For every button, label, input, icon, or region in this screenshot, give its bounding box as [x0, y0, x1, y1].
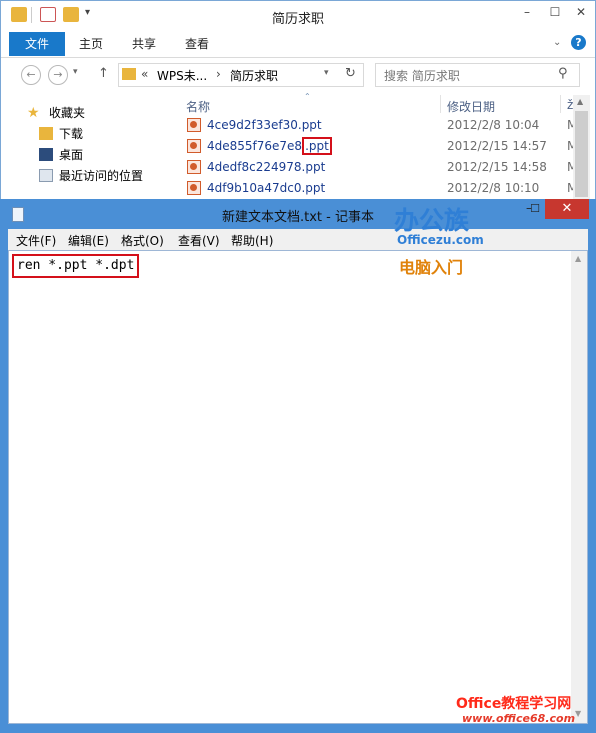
nav-item-desktop[interactable]: 桌面	[39, 145, 181, 165]
file-date: 2012/2/15 14:58	[447, 160, 547, 174]
tab-file[interactable]: 文件	[9, 32, 65, 56]
maximize-icon[interactable]: ☐	[526, 199, 544, 219]
tab-share[interactable]: 共享	[132, 35, 156, 52]
menu-format[interactable]: 格式(O)	[121, 232, 164, 249]
file-name-base: 4de855f76e7e8	[207, 139, 303, 153]
address-bar[interactable]: « WPS未... › 简历求职 ▾ ↻	[118, 63, 364, 87]
tab-view[interactable]: 查看	[185, 35, 209, 52]
nav-item-favorites[interactable]: ★ 收藏夹	[21, 103, 181, 123]
nav-item-downloads[interactable]: 下载	[39, 124, 181, 144]
window-title: 新建文本文档.txt - 记事本	[222, 210, 374, 225]
recent-locations-icon[interactable]: ▾	[73, 67, 78, 77]
folder-icon	[122, 68, 136, 80]
column-header-name[interactable]: 名称	[186, 98, 210, 115]
file-date: 2012/2/8 10:04	[447, 118, 540, 132]
maximize-icon[interactable]: ☐	[541, 1, 569, 23]
vertical-scrollbar[interactable]: ▲ ▼	[571, 251, 587, 723]
nav-item-recent[interactable]: 最近访问的位置	[39, 166, 181, 186]
scroll-up-icon[interactable]: ▲	[577, 97, 583, 106]
file-name: 4dedf8c224978.ppt	[207, 160, 326, 174]
minimize-icon[interactable]: –	[513, 1, 541, 23]
refresh-icon[interactable]: ↻	[345, 66, 356, 81]
address-dropdown-icon[interactable]: ▾	[324, 68, 329, 78]
notepad-window: 新建文本文档.txt - 记事本 – ✕ ☐ 文件(F) 编辑(E) 格式(O)…	[0, 199, 596, 733]
breadcrumb-wps[interactable]: WPS未...	[157, 67, 207, 84]
explorer-window: ▾ 简历求职 – ☐ ✕ 文件 主页 共享 查看 ⌄ ? ← → ▾ ↑ « W…	[0, 0, 596, 200]
tab-home[interactable]: 主页	[79, 35, 103, 52]
file-date: 2012/2/8 10:10	[447, 181, 540, 195]
watermark-bottom-url: www.office68.com	[462, 712, 576, 725]
nav-label: 桌面	[59, 148, 84, 162]
file-date: 2012/2/15 14:57	[447, 139, 547, 153]
column-divider	[560, 95, 561, 113]
file-extension-highlight: .ppt	[302, 137, 332, 155]
menu-view[interactable]: 查看(V)	[178, 232, 220, 249]
star-icon: ★	[27, 105, 40, 121]
file-row[interactable]: 4dedf8c224978.ppt 2012/2/15 14:58 M	[184, 157, 577, 178]
window-title: 简历求职	[271, 12, 324, 27]
address-overflow[interactable]: «	[141, 67, 148, 81]
ppt-file-icon	[187, 118, 201, 132]
file-name: 4ce9d2f33ef30.ppt	[207, 118, 322, 132]
file-row[interactable]: 4ce9d2f33ef30.ppt 2012/2/8 10:04 M	[184, 115, 577, 136]
downloads-icon	[39, 127, 53, 140]
search-box[interactable]: 搜索 简历求职 ⚲	[375, 63, 580, 87]
scroll-up-icon[interactable]: ▲	[575, 254, 581, 263]
editor-content[interactable]: ren *.ppt *.dpt	[12, 254, 140, 278]
file-name: 4df9b10a47dc0.ppt	[207, 181, 326, 195]
watermark-logo: 办公族	[394, 206, 470, 235]
column-divider	[440, 95, 441, 113]
scrollbar-thumb[interactable]	[575, 111, 588, 197]
breadcrumb-current[interactable]: 简历求职	[230, 67, 278, 84]
close-icon[interactable]: ✕	[545, 199, 589, 219]
desktop-icon	[39, 148, 53, 161]
nav-label: 收藏夹	[49, 106, 86, 120]
forward-icon[interactable]: →	[48, 65, 68, 85]
back-icon[interactable]: ←	[21, 65, 41, 85]
nav-label: 最近访问的位置	[59, 169, 144, 183]
menu-help[interactable]: 帮助(H)	[231, 232, 273, 249]
menu-edit[interactable]: 编辑(E)	[68, 232, 109, 249]
up-icon[interactable]: ↑	[98, 66, 109, 81]
sort-arrow-icon: ⌃	[304, 92, 311, 101]
file-list: ⌃ 名称 修改日期 ž 4ce9d2f33ef30.ppt 2012/2/8 1…	[184, 92, 577, 201]
ppt-file-icon	[187, 181, 201, 195]
close-icon[interactable]: ✕	[567, 1, 595, 23]
nav-label: 下载	[59, 127, 84, 141]
text-editor[interactable]: ren *.ppt *.dpt ▲ ▼	[8, 250, 588, 724]
column-header-date[interactable]: 修改日期	[447, 98, 495, 115]
expand-ribbon-icon[interactable]: ⌄	[553, 37, 561, 48]
menu-bar: 文件(F) 编辑(E) 格式(O) 查看(V) 帮助(H)	[8, 229, 588, 250]
watermark-tagline: 电脑入门	[399, 258, 464, 277]
file-row[interactable]: 4df9b10a47dc0.ppt 2012/2/8 10:10 M	[184, 178, 577, 199]
explorer-titlebar: ▾ 简历求职 – ☐ ✕	[1, 1, 595, 31]
file-row[interactable]: 4de855f76e7e8.ppt 2012/2/15 14:57 M	[184, 136, 577, 157]
notepad-titlebar: 新建文本文档.txt - 记事本 – ✕	[0, 199, 596, 229]
recent-places-icon	[39, 169, 53, 182]
ppt-file-icon	[187, 139, 201, 153]
file-name: 4de855f76e7e8 .ppt	[207, 137, 332, 155]
search-input[interactable]: 搜索 简历求职	[384, 67, 460, 84]
breadcrumb-separator[interactable]: ›	[216, 67, 221, 81]
search-icon[interactable]: ⚲	[558, 66, 568, 81]
watermark-bottom: Office教程学习网	[456, 696, 572, 712]
watermark-domain: Officezu.com	[397, 233, 484, 247]
help-icon[interactable]: ?	[571, 35, 586, 50]
ppt-file-icon	[187, 160, 201, 174]
scroll-down-icon[interactable]: ▼	[575, 709, 581, 718]
vertical-scrollbar[interactable]: ▲	[573, 95, 590, 199]
navigation-pane: ★ 收藏夹 下载 桌面 最近访问的位置	[21, 103, 181, 198]
menu-file[interactable]: 文件(F)	[16, 232, 56, 249]
